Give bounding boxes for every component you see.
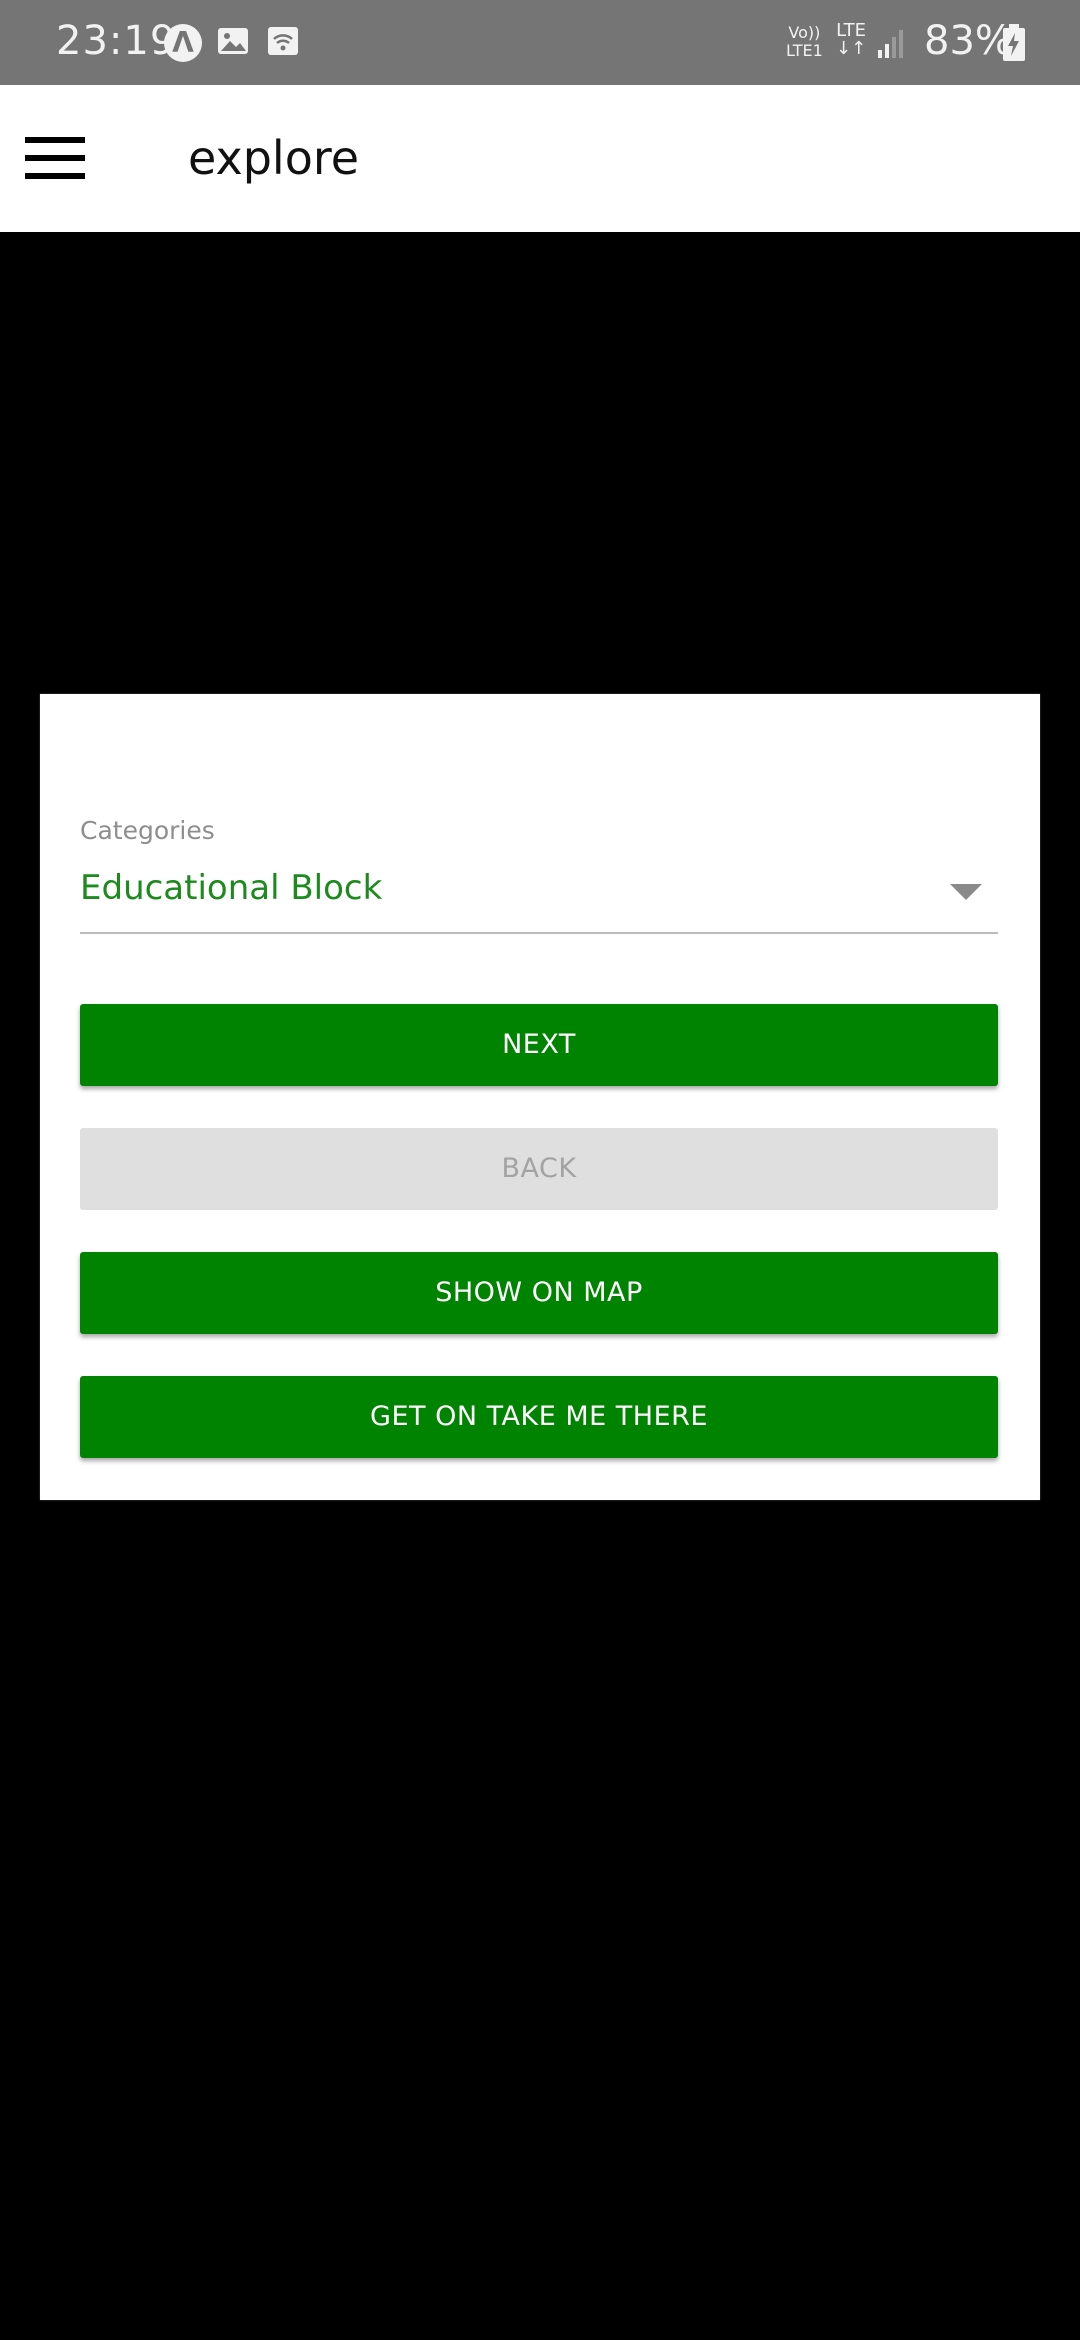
dropdown-caret-icon — [950, 884, 982, 900]
volte-text: Vo)) — [788, 23, 821, 42]
volte-indicator: Vo)) LTE1 — [786, 24, 823, 60]
status-time: 23:19 — [56, 18, 177, 64]
take-me-there-button[interactable]: GET ON TAKE ME THERE — [80, 1376, 998, 1458]
battery-percent: 83% — [924, 18, 1013, 64]
status-bar: 23:19 Λ Vo)) LTE1 LTE ↓↑ 83% — [0, 0, 1080, 85]
hamburger-menu-icon[interactable] — [22, 135, 88, 181]
next-button[interactable]: NEXT — [80, 1004, 998, 1086]
a-circle-icon: Λ — [164, 24, 202, 62]
wifi-call-icon — [266, 24, 300, 62]
lte-indicator: LTE ↓↑ — [836, 22, 866, 58]
show-on-map-button[interactable]: SHOW ON MAP — [80, 1252, 998, 1334]
categories-dropdown[interactable]: Educational Block — [80, 862, 998, 934]
app-bar: explore — [0, 85, 1080, 232]
signal-icon — [874, 28, 908, 64]
categories-label: Categories — [80, 816, 215, 845]
categories-selected-value: Educational Block — [80, 868, 383, 908]
explore-dialog-card: Categories Educational Block NEXT BACK S… — [40, 694, 1040, 1500]
back-button[interactable]: BACK — [80, 1128, 998, 1210]
lte1-text: LTE1 — [786, 41, 823, 60]
page-title: explore — [188, 131, 360, 185]
data-arrows: ↓↑ — [836, 38, 867, 59]
battery-charging-icon — [1002, 24, 1026, 66]
image-icon — [216, 24, 250, 62]
